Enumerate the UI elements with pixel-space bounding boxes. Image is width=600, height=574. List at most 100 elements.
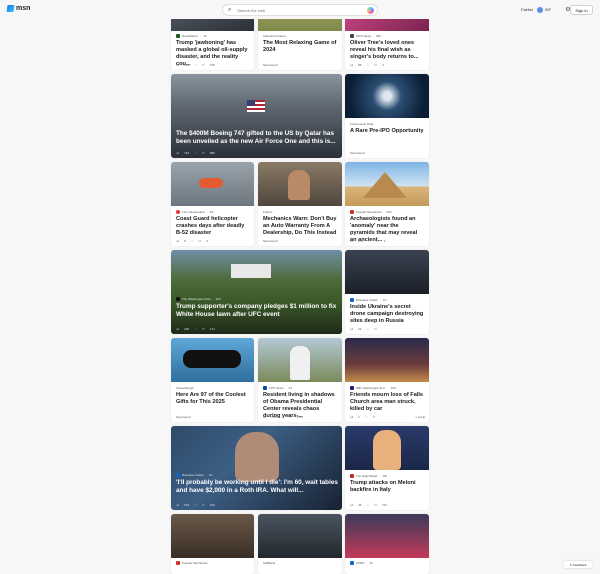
- card-source: Adventure Game: [263, 33, 286, 38]
- card-age: 2d: [209, 209, 214, 214]
- comment-icon[interactable]: ▭: [202, 327, 205, 331]
- card-title[interactable]: Friends mourn loss of Falls Church area …: [350, 392, 425, 413]
- news-card[interactable]: Business Insider · 1d Inside Ukraine's sec…: [345, 250, 429, 334]
- comment-count: 4: [382, 63, 384, 67]
- card-title[interactable]: The Most Relaxing Game of 2024: [263, 40, 338, 54]
- news-card[interactable]: Popular Mechanics: [171, 514, 254, 574]
- source-logo: [176, 296, 180, 301]
- like-icon[interactable]: 👍︎: [176, 63, 179, 67]
- dislike-icon[interactable]: ♡: [191, 239, 194, 243]
- dislike-icon[interactable]: ♡: [365, 415, 368, 419]
- hero-news-card[interactable]: Business Insider · 1d 'I'll probably be wo…: [171, 426, 342, 510]
- dislike-icon[interactable]: ♡: [366, 503, 369, 507]
- like-icon[interactable]: 👍︎: [350, 327, 353, 331]
- comment-icon[interactable]: ▭: [374, 327, 377, 331]
- like-icon[interactable]: 👍︎: [263, 415, 266, 419]
- sponsored-label: Sponsored: [350, 151, 365, 155]
- comment-count: 378: [209, 63, 215, 67]
- card-title[interactable]: 'I'll probably be working until I die': …: [176, 479, 338, 495]
- card-image: [345, 338, 429, 382]
- card-image: [345, 250, 429, 294]
- news-card[interactable]: SoftBank: [258, 514, 342, 574]
- card-title[interactable]: A Rare Pre-IPO Opportunity: [350, 128, 425, 135]
- news-card[interactable]: NBC Washington D.C. · 19h Friends mourn lo…: [345, 338, 429, 422]
- source-logo: [350, 385, 354, 390]
- weather-icon: [537, 6, 544, 13]
- card-source: SoftBank: [263, 560, 276, 565]
- card-title[interactable]: Here Are 97 of the Coolest Gifts for Thi…: [176, 392, 250, 406]
- card-title[interactable]: Oliver Tree's loved ones reveal his fina…: [350, 40, 425, 61]
- sponsored-card[interactable]: Cleverlistings Here Are 97 of the Cooles…: [171, 338, 254, 422]
- feedback-button[interactable]: ✎ Feedback: [563, 561, 593, 568]
- comment-count: 989: [209, 151, 215, 155]
- dislike-icon[interactable]: ♡: [281, 415, 284, 419]
- like-icon[interactable]: 👍︎: [176, 151, 179, 155]
- card-source: Popular Mechanics: [356, 209, 382, 214]
- like-icon[interactable]: 👍︎: [350, 503, 353, 507]
- dislike-icon[interactable]: ♡: [194, 327, 197, 331]
- dislike-icon[interactable]: ♡: [366, 63, 369, 67]
- card-source: The Washington Post: [182, 296, 211, 301]
- like-icon[interactable]: 👍︎: [350, 239, 353, 243]
- sponsored-label: Sponsored: [263, 63, 278, 67]
- comment-icon[interactable]: ▭: [202, 503, 205, 507]
- like-count: 549: [184, 503, 190, 507]
- weather-widget[interactable]: 89°: [537, 6, 552, 13]
- comment-icon[interactable]: ▭: [374, 503, 377, 507]
- source-logo: [176, 472, 180, 477]
- card-age: 1h: [369, 560, 373, 565]
- like-icon[interactable]: 👍︎: [176, 327, 179, 331]
- search-input[interactable]: ⌕ Search the web: [222, 4, 378, 16]
- comment-icon[interactable]: ▭: [199, 239, 202, 243]
- card-title[interactable]: Trump attacks on Meloni backfire in Ital…: [350, 480, 425, 494]
- news-card[interactable]: The Daily Beast · 14h Trump attacks on Mel…: [345, 426, 429, 510]
- dislike-icon[interactable]: ♡: [194, 151, 197, 155]
- dislike-icon[interactable]: ♡: [194, 63, 197, 67]
- comment-icon[interactable]: ▭: [202, 63, 205, 67]
- copilot-icon[interactable]: [367, 7, 374, 14]
- sponsored-card[interactable]: Investments Daily A Rare Pre-IPO Opportu…: [345, 74, 429, 158]
- card-source: Investments Daily: [350, 121, 374, 126]
- card-title[interactable]: Coast Guard helicopter crashes days afte…: [176, 216, 250, 237]
- search-placeholder: Search the web: [237, 7, 266, 13]
- card-age: 1d: [288, 385, 292, 390]
- card-image: [171, 514, 254, 558]
- card-title[interactable]: Mechanics Warn: Don't Buy an Auto Warran…: [263, 216, 338, 237]
- like-icon[interactable]: 👍︎: [350, 63, 353, 67]
- comment-icon[interactable]: ▭: [374, 63, 377, 67]
- hero-news-card[interactable]: The Washington Post · 13h Trump supporter'…: [171, 250, 342, 334]
- temperature: 89°: [545, 7, 552, 12]
- like-count: 748: [271, 415, 277, 419]
- card-source: FOX News: [269, 385, 284, 390]
- news-card[interactable]: Popular Mechanics · 22h Archaeologists fou…: [345, 162, 429, 246]
- dislike-icon[interactable]: ♡: [194, 503, 197, 507]
- msn-logo[interactable]: msn: [6, 5, 30, 12]
- news-card[interactable]: The Independent · 2d Coast Guard helicopte…: [171, 162, 254, 246]
- source-logo: [350, 473, 354, 478]
- like-icon[interactable]: 👍︎: [350, 415, 353, 419]
- sponsored-card[interactable]: Forbes Mechanics Warn: Don't Buy an Auto…: [258, 162, 342, 246]
- card-source: The Daily Beast: [356, 473, 378, 478]
- like-icon[interactable]: 👍︎: [176, 503, 179, 507]
- like-count: 83: [358, 63, 362, 67]
- card-title[interactable]: Inside Ukraine's secret drone campaign d…: [350, 304, 425, 325]
- card-title[interactable]: The $400M Boeing 747 gifted to the US by…: [176, 130, 338, 146]
- like-icon[interactable]: 👍︎: [176, 239, 179, 243]
- location-label[interactable]: Fairfax: [521, 7, 533, 12]
- news-card[interactable]: FOX News · 1d Resident living in shadows o…: [258, 338, 342, 422]
- comment-icon[interactable]: ▭: [376, 239, 379, 243]
- source-logo: [350, 209, 354, 214]
- dislike-icon[interactable]: ♡: [366, 327, 369, 331]
- comment-count: 747: [382, 503, 388, 507]
- comment-icon[interactable]: ▭: [289, 415, 292, 419]
- card-age: 1d: [383, 297, 387, 302]
- resident-portrait: [290, 346, 310, 380]
- hero-news-card[interactable]: The $400M Boeing 747 gifted to the US by…: [171, 74, 342, 158]
- card-title[interactable]: Trump supporter's company pledges $1 mil…: [176, 303, 338, 319]
- sign-in-button[interactable]: Sign in: [570, 5, 593, 15]
- card-source: NBC Washington D.C.: [356, 385, 386, 390]
- news-card[interactable]: CNBC · 1h: [345, 514, 429, 574]
- comment-icon[interactable]: ▭: [202, 151, 205, 155]
- dislike-icon[interactable]: ♡: [368, 239, 371, 243]
- comment-icon[interactable]: ▭: [373, 415, 376, 419]
